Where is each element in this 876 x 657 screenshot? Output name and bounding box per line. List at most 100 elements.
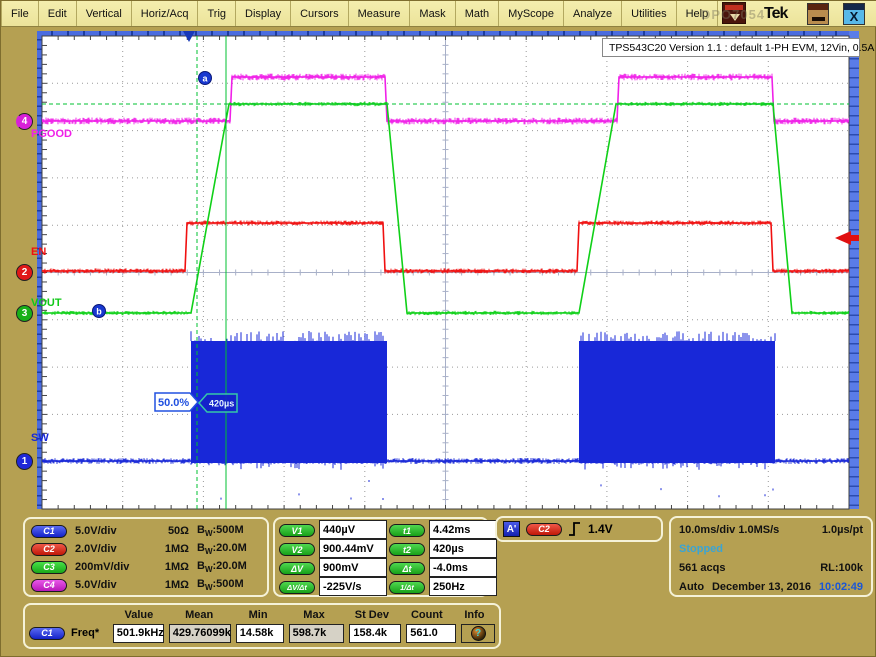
channel-settings-panel: C1 5.0V/div 50Ω BW:500M C2 2.0V/div 1MΩ … bbox=[23, 517, 269, 597]
channel-row-c3[interactable]: C3 200mV/div 1MΩ BW:20.0M bbox=[31, 558, 261, 576]
label-en: EN bbox=[31, 246, 46, 258]
c2-impedance: 1MΩ bbox=[155, 543, 189, 555]
header-mean: Mean bbox=[166, 609, 232, 621]
tek-logo: Tek bbox=[764, 5, 787, 23]
dv-dt-pill[interactable]: ΔV/Δt bbox=[279, 581, 315, 594]
oscilloscope-application: File Edit Vertical Horiz/Acq Trig Displa… bbox=[0, 0, 876, 657]
delta-v-value: 900mV bbox=[319, 558, 387, 577]
c4-pill[interactable]: C4 bbox=[31, 579, 67, 592]
dv-dt-value: -225V/s bbox=[319, 577, 387, 596]
svg-text:b: b bbox=[96, 307, 102, 317]
svg-text:420µs: 420µs bbox=[209, 399, 234, 409]
menu-mask[interactable]: Mask bbox=[410, 1, 455, 26]
menu-file[interactable]: File bbox=[1, 1, 39, 26]
header-min: Min bbox=[232, 609, 284, 621]
menu-horiz-acq[interactable]: Horiz/Acq bbox=[132, 1, 199, 26]
delta-t-value: -4.0ms bbox=[429, 558, 497, 577]
label-vout: VOUT bbox=[31, 297, 62, 309]
t2-value: 420µs bbox=[429, 539, 497, 558]
v2-pill[interactable]: V2 bbox=[279, 543, 315, 556]
c3-pill[interactable]: C3 bbox=[31, 561, 67, 574]
model-name: DPO7054 bbox=[701, 7, 765, 22]
trigger-level-arrow[interactable] bbox=[835, 231, 859, 245]
c1-scale: 5.0V/div bbox=[75, 525, 147, 537]
waveform-display: a b 50.0% 420µs 4 2 3 1 PGOOD EN VOUT SW bbox=[1, 29, 876, 511]
menu-cursors[interactable]: Cursors bbox=[291, 1, 349, 26]
measurement-row: C1 Freq* 501.9kHz 429.76099k 14.58k 598.… bbox=[29, 623, 495, 643]
menu-bar: File Edit Vertical Horiz/Acq Trig Displa… bbox=[1, 1, 876, 27]
c3-bandwidth: BW:20.0M bbox=[197, 560, 247, 574]
channel-row-c2[interactable]: C2 2.0V/div 1MΩ BW:20.0M bbox=[31, 540, 261, 558]
svg-text:50.0%: 50.0% bbox=[158, 397, 189, 409]
menu-myscope[interactable]: MyScope bbox=[499, 1, 564, 26]
trigger-panel[interactable]: A' C2 1.4V bbox=[495, 516, 663, 542]
delta-v-pill[interactable]: ΔV bbox=[279, 562, 315, 575]
meas-source-pill[interactable]: C1 bbox=[29, 627, 65, 640]
menu-edit[interactable]: Edit bbox=[39, 1, 77, 26]
header-info: Info bbox=[454, 609, 495, 621]
channel-2-marker[interactable]: 2 bbox=[16, 264, 33, 281]
menu-utilities[interactable]: Utilities bbox=[622, 1, 676, 26]
header-stdev: St Dev bbox=[344, 609, 400, 621]
trigger-percent-callout[interactable]: 50.0% bbox=[155, 393, 198, 411]
menu-vertical[interactable]: Vertical bbox=[77, 1, 132, 26]
cursor-a-marker[interactable]: a bbox=[199, 72, 212, 85]
header-value: Value bbox=[111, 609, 166, 621]
record-length: RL:100k bbox=[820, 562, 863, 574]
header-count: Count bbox=[400, 609, 454, 621]
acquisition-count: 561 acqs bbox=[679, 562, 725, 574]
v2-value: 900.44mV bbox=[319, 539, 387, 558]
header-max: Max bbox=[284, 609, 344, 621]
v1-value: 440µV bbox=[319, 520, 387, 539]
cursor-time-callout[interactable]: 420µs bbox=[199, 394, 237, 412]
minimize-button[interactable] bbox=[807, 3, 829, 25]
clock: 10:02:49 bbox=[819, 581, 863, 593]
label-sw: SW bbox=[31, 432, 49, 444]
date: December 13, 2016 bbox=[712, 581, 811, 593]
info-icon: ? bbox=[471, 626, 486, 641]
channel-row-c1[interactable]: C1 5.0V/div 50Ω BW:500M bbox=[31, 522, 261, 540]
delta-t-pill[interactable]: Δt bbox=[389, 562, 425, 575]
channel-1-marker[interactable]: 1 bbox=[16, 453, 33, 470]
c1-pill[interactable]: C1 bbox=[31, 525, 67, 538]
label-pgood: PGOOD bbox=[31, 128, 72, 140]
channel-row-c4[interactable]: C4 5.0V/div 1MΩ BW:500M bbox=[31, 576, 261, 594]
acquisition-status: Stopped bbox=[679, 543, 723, 555]
c4-impedance: 1MΩ bbox=[155, 579, 189, 591]
cursor-readout-panel: V1 440µV t1 4.42ms V2 900.44mV t2 420µs … bbox=[273, 517, 489, 597]
timebase-panel[interactable]: 10.0ms/div 1.0MS/s 1.0µs/pt Stopped 561 … bbox=[669, 516, 873, 597]
minimize-icon bbox=[812, 17, 825, 21]
c2-pill[interactable]: C2 bbox=[31, 543, 67, 556]
rising-edge-icon bbox=[568, 521, 582, 537]
trigger-a-badge: A' bbox=[503, 521, 520, 537]
menu-analyze[interactable]: Analyze bbox=[564, 1, 622, 26]
c2-bandwidth: BW:20.0M bbox=[197, 542, 247, 556]
c3-scale: 200mV/div bbox=[75, 561, 147, 573]
t1-pill[interactable]: t1 bbox=[389, 524, 425, 537]
meas-stdev: 158.4k bbox=[349, 624, 401, 643]
trigger-source-pill[interactable]: C2 bbox=[526, 523, 562, 536]
close-button[interactable]: X bbox=[843, 3, 865, 25]
menu-math[interactable]: Math bbox=[456, 1, 499, 26]
c1-impedance: 50Ω bbox=[155, 525, 189, 537]
cursor-b-marker[interactable]: b bbox=[93, 305, 106, 318]
menu-display[interactable]: Display bbox=[236, 1, 291, 26]
info-button[interactable]: ? bbox=[461, 624, 495, 643]
trigger-mode: Auto bbox=[679, 581, 704, 593]
meas-name: Freq* bbox=[71, 627, 99, 639]
sample-resolution: 1.0µs/pt bbox=[822, 524, 863, 536]
menu-trig[interactable]: Trig bbox=[198, 1, 236, 26]
inv-delta-t-value: 250Hz bbox=[429, 577, 497, 596]
measurement-panel: Value Mean Min Max St Dev Count Info C1 … bbox=[23, 603, 501, 649]
meas-mean: 429.76099k bbox=[169, 624, 231, 643]
menu-measure[interactable]: Measure bbox=[349, 1, 411, 26]
t2-pill[interactable]: t2 bbox=[389, 543, 425, 556]
c2-scale: 2.0V/div bbox=[75, 543, 147, 555]
c4-scale: 5.0V/div bbox=[75, 579, 147, 591]
trigger-level-value: 1.4V bbox=[588, 522, 613, 536]
meas-max: 598.7k bbox=[289, 624, 345, 643]
t1-value: 4.42ms bbox=[429, 520, 497, 539]
annotation-box: TPS543C20 Version 1.1 : default 1-PH EVM… bbox=[602, 38, 860, 57]
v1-pill[interactable]: V1 bbox=[279, 524, 315, 537]
inv-delta-t-pill[interactable]: 1/Δt bbox=[389, 581, 425, 594]
